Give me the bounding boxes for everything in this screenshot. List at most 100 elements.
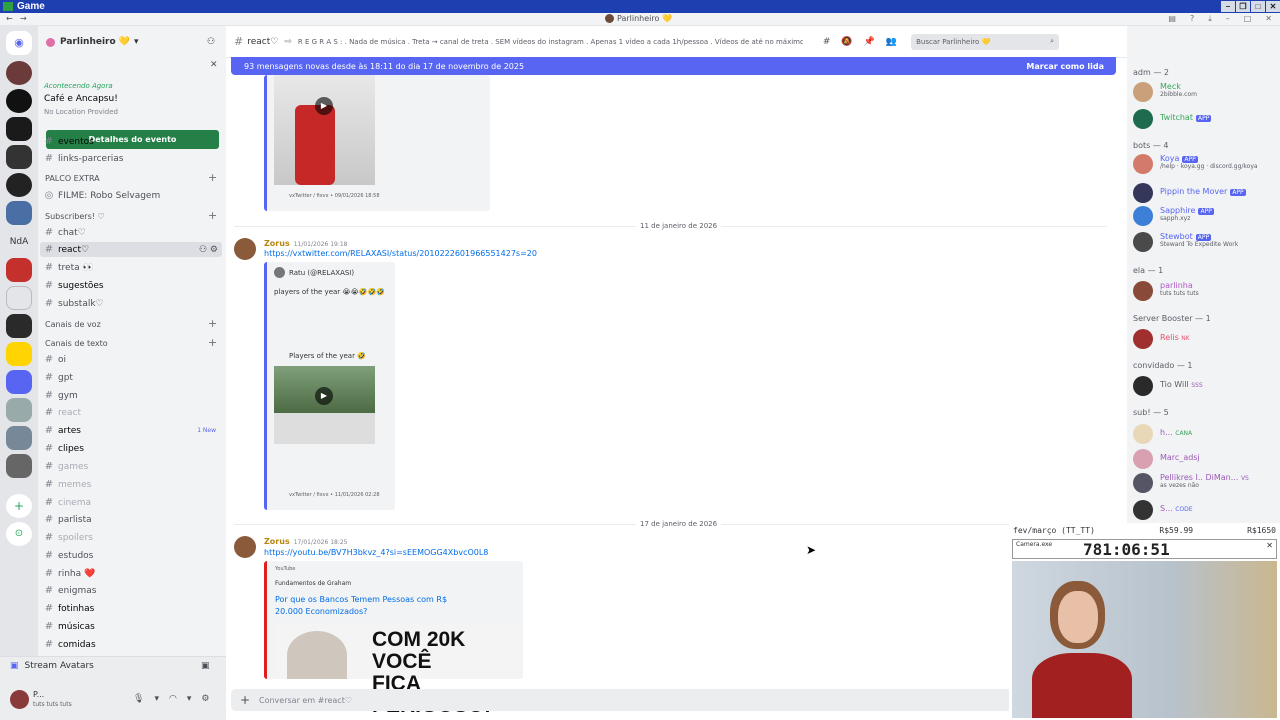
maximize-icon[interactable]: □ <box>1244 14 1252 24</box>
channel-links-parcerias[interactable]: # links-parcerias <box>40 151 222 166</box>
embed-author[interactable]: Ratu (@RELAXASI) <box>274 267 354 278</box>
category-voz[interactable]: Canais de voz <box>45 320 101 329</box>
server-icon[interactable] <box>6 286 32 310</box>
channel-react-text[interactable]: # react <box>40 405 222 420</box>
new-messages-banner[interactable]: 93 mensagens novas desde às 18:11 do dia… <box>231 57 1116 75</box>
channel-topic[interactable]: R E G R A S : . Nada de música . Treta →… <box>298 38 803 46</box>
message-composer[interactable]: + Conversar em #react♡ <box>231 689 1116 711</box>
back-icon[interactable]: ← <box>6 14 13 23</box>
channel-oi[interactable]: # oi <box>40 352 222 367</box>
message-link[interactable]: https://youtu.be/BV7H3bkvz_4?si=sEEMOGG4… <box>264 548 488 557</box>
avatar[interactable] <box>234 238 256 260</box>
member-pellikres[interactable]: Pellikres I.. DiMan... VS as vezes não <box>1133 473 1249 493</box>
channel-spoilers[interactable]: # spoilers <box>40 530 222 545</box>
minimize-icon[interactable]: – <box>1226 14 1230 24</box>
headphones-icon[interactable]: ◠ <box>169 694 177 704</box>
server-icon[interactable] <box>6 370 32 394</box>
play-icon[interactable]: ▶ <box>315 387 333 405</box>
member-koya[interactable]: Koya APP/help · koya.gg · discord.gg/koya <box>1133 154 1258 174</box>
channel-treta[interactable]: # treta 👀 <box>40 260 222 275</box>
maximize-button[interactable]: □ <box>1251 1 1265 12</box>
mute-icon[interactable]: 🔕 <box>841 37 852 47</box>
channel-memes[interactable]: # memes <box>40 477 222 492</box>
category-texto[interactable]: Canais de texto <box>45 339 108 348</box>
threads-icon[interactable]: # <box>823 37 831 47</box>
chevron-down-icon[interactable]: ▾ <box>187 694 192 704</box>
channel-filme[interactable]: ◎ FILME: Robo Selvagem <box>40 188 222 203</box>
server-icon[interactable] <box>6 314 32 338</box>
member-h[interactable]: h... CANA <box>1133 424 1192 444</box>
member-sapphire[interactable]: Sapphire APP sapph.xyz <box>1133 206 1214 226</box>
channel-chat[interactable]: # chat♡ <box>40 225 222 240</box>
channel-gym[interactable]: # gym <box>40 388 222 403</box>
member-marc[interactable]: Marc_adsj <box>1133 449 1200 469</box>
members-icon[interactable]: 👥 <box>886 37 897 47</box>
channel-artes[interactable]: # artes 1 New <box>40 423 222 438</box>
channel-clipes[interactable]: # clipes <box>40 441 222 456</box>
microphone-icon[interactable]: 🎙 <box>133 694 144 704</box>
pin-icon[interactable]: 📌 <box>864 37 875 47</box>
channel-rinha[interactable]: # rinha ❤️ <box>40 566 222 581</box>
server-icon[interactable] <box>6 426 32 450</box>
avatar[interactable] <box>234 536 256 558</box>
download-icon[interactable]: ⤓ <box>1208 14 1212 24</box>
member-meck[interactable]: Meck 2bibble.com <box>1133 82 1197 102</box>
home-icon[interactable]: ◉ <box>6 31 32 55</box>
member-parlinha[interactable]: parlinha tuts tuts tuts <box>1133 281 1199 301</box>
server-icon[interactable] <box>6 454 32 478</box>
minimize-button[interactable]: – <box>1221 1 1235 12</box>
add-channel-icon[interactable]: + <box>208 317 217 330</box>
channel-games[interactable]: # games <box>40 459 222 474</box>
channel-substalk[interactable]: # substalk♡ <box>40 296 222 311</box>
message-link[interactable]: https://vxtwitter.com/RELAXASI/status/20… <box>264 249 537 258</box>
channel-cinema[interactable]: # cinema <box>40 495 222 510</box>
member-pippin[interactable]: Pippin the Mover APP <box>1133 183 1246 203</box>
server-icon[interactable] <box>6 89 32 113</box>
category-subscribers[interactable]: Subscribers! ♡ <box>45 212 105 221</box>
member-stewbot[interactable]: Stewbot APP Steward To Expedite Work <box>1133 232 1238 252</box>
server-nda[interactable]: NdA <box>6 230 32 254</box>
stream-avatars-bar[interactable]: ▣ Stream Avatars <box>10 661 94 671</box>
embed-channel[interactable]: Fundamentos de Graham <box>275 580 351 587</box>
channel-sugestoes[interactable]: # sugestões <box>40 278 222 293</box>
mark-read-button[interactable]: Marcar como lida <box>1026 62 1104 71</box>
server-icon[interactable] <box>6 398 32 422</box>
member-s[interactable]: S... CODE <box>1133 500 1193 520</box>
close-icon[interactable]: ✕ <box>1265 14 1272 24</box>
chevron-down-icon[interactable]: ▾ <box>154 694 159 704</box>
server-icon[interactable] <box>6 117 32 141</box>
server-icon[interactable] <box>6 61 32 85</box>
close-icon[interactable]: ✕ <box>1266 541 1273 550</box>
add-channel-icon[interactable]: + <box>208 171 217 184</box>
server-icon[interactable] <box>6 258 32 282</box>
channel-estudos[interactable]: # estudos <box>40 548 222 563</box>
channel-react-selected[interactable]: # react♡ ⚇ ⚙ <box>40 242 222 257</box>
discover-icon[interactable]: ⊙ <box>6 522 32 546</box>
channel-eventos[interactable]: # eventos <box>40 134 222 149</box>
inbox-icon[interactable]: ▤ <box>1168 14 1176 24</box>
settings-icon[interactable]: ⚇ ⚙ <box>199 245 218 255</box>
message-author[interactable]: Zorus 17/01/2026 18:25 <box>264 537 347 546</box>
server-header[interactable]: Parlinheiro 💛 ▾ ⚇ <box>38 26 226 58</box>
embed-title[interactable]: Por que os Bancos Temem Pessoas com R$ 2… <box>275 594 475 618</box>
channel-comidas[interactable]: # comidas <box>40 637 222 652</box>
category-palco-extra[interactable]: PALCO EXTRA <box>45 174 100 183</box>
server-icon[interactable] <box>6 201 32 225</box>
server-icon[interactable] <box>6 145 32 169</box>
member-relis[interactable]: Relis NK <box>1133 329 1190 349</box>
event-close-icon[interactable]: ✕ <box>210 60 218 70</box>
add-channel-icon[interactable]: + <box>208 336 217 349</box>
server-icon[interactable] <box>6 173 32 197</box>
channel-fotinhas[interactable]: # fotinhas <box>40 601 222 616</box>
server-icon[interactable] <box>6 342 32 366</box>
restore-button[interactable]: ❐ <box>1236 1 1250 12</box>
help-icon[interactable]: ? <box>1190 14 1194 24</box>
member-twitchat[interactable]: Twitchat APP <box>1133 109 1212 129</box>
play-icon[interactable]: ▶ <box>315 97 333 115</box>
forward-icon[interactable]: → <box>20 14 27 23</box>
add-channel-icon[interactable]: + <box>208 209 217 222</box>
avatar[interactable] <box>10 690 29 709</box>
channel-musicas[interactable]: # músicas <box>40 619 222 634</box>
add-server-icon[interactable]: + <box>6 494 32 518</box>
activity-icon[interactable]: ▣ <box>201 661 210 671</box>
